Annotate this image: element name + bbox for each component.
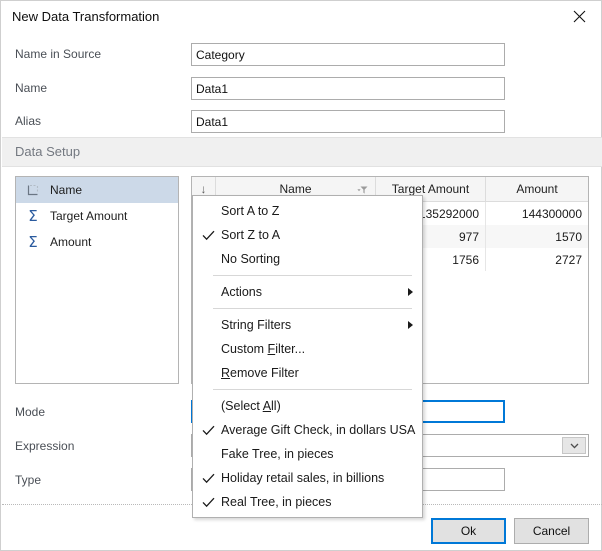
chevron-right-icon — [408, 321, 413, 329]
field-list-item-amount[interactable]: Σ Amount — [16, 229, 178, 255]
field-list-item-label: Target Amount — [50, 209, 127, 223]
name-input[interactable] — [191, 77, 505, 100]
category-field-icon — [24, 182, 42, 198]
menu-item-custom-filter[interactable]: Custom Filter... — [193, 337, 422, 361]
grid-cell-amount: 1570 — [486, 225, 588, 248]
menu-item-string-filters[interactable]: String Filters — [193, 313, 422, 337]
menu-item-label: Remove Filter — [221, 366, 299, 380]
menu-item-sort-a-to-z[interactable]: Sort A to Z — [193, 199, 422, 223]
sort-filter-indicator-icon[interactable] — [357, 184, 368, 194]
grid-cell-amount: 2727 — [486, 248, 588, 271]
menu-item-label: Average Gift Check, in dollars USA — [221, 423, 415, 437]
menu-item-holiday-retail-sales[interactable]: Holiday retail sales, in billions — [193, 466, 422, 490]
menu-item-label: String Filters — [221, 318, 291, 332]
menu-item-label: (Select All) — [221, 399, 281, 413]
checkmark-icon — [200, 421, 216, 439]
menu-item-label: Sort A to Z — [221, 204, 279, 218]
menu-item-label: Fake Tree, in pieces — [221, 447, 334, 461]
grid-header-label: Amount — [516, 182, 557, 196]
menu-item-sort-z-to-a[interactable]: Sort Z to A — [193, 223, 422, 247]
menu-item-remove-filter[interactable]: Remove Filter — [193, 361, 422, 385]
alias-label: Alias — [15, 114, 41, 128]
field-list-item-target-amount[interactable]: Σ Target Amount — [16, 203, 178, 229]
checkmark-icon — [200, 493, 216, 511]
menu-item-fake-tree[interactable]: Fake Tree, in pieces — [193, 442, 422, 466]
field-list-item-name[interactable]: Name — [16, 177, 178, 203]
menu-item-average-gift-check[interactable]: Average Gift Check, in dollars USA — [193, 418, 422, 442]
menu-item-select-all[interactable]: (Select All) — [193, 394, 422, 418]
dialog-title: New Data Transformation — [12, 9, 159, 24]
checkmark-icon — [200, 226, 216, 244]
menu-item-real-tree[interactable]: Real Tree, in pieces — [193, 490, 422, 514]
grid-cell-amount: 144300000 — [486, 202, 588, 225]
menu-item-label: Actions — [221, 285, 262, 299]
menu-item-label: Sort Z to A — [221, 228, 280, 242]
sum-field-icon: Σ — [24, 208, 42, 224]
menu-item-label: No Sorting — [221, 252, 280, 266]
menu-item-label: Real Tree, in pieces — [221, 495, 331, 509]
close-icon[interactable] — [557, 1, 601, 32]
field-list-item-label: Name — [50, 183, 82, 197]
menu-separator — [213, 389, 412, 390]
name-in-source-input[interactable] — [191, 43, 505, 66]
chevron-down-icon[interactable] — [562, 437, 586, 454]
grid-header-amount[interactable]: Amount — [486, 177, 588, 201]
name-label: Name — [15, 81, 47, 95]
alias-input[interactable] — [191, 110, 505, 133]
sum-field-icon: Σ — [24, 234, 42, 250]
new-data-transformation-dialog: New Data Transformation Name in Source N… — [0, 0, 602, 551]
data-setup-title: Data Setup — [15, 144, 80, 159]
expression-label: Expression — [15, 439, 74, 453]
chevron-right-icon — [408, 288, 413, 296]
column-context-menu[interactable]: Sort A to Z Sort Z to A No Sorting Actio… — [192, 195, 423, 518]
data-setup-band — [2, 137, 602, 167]
title-bar: New Data Transformation — [1, 1, 601, 33]
field-list-item-label: Amount — [50, 235, 91, 249]
grid-header-label: Target Amount — [392, 182, 469, 196]
grid-header-label: Name — [279, 182, 311, 196]
menu-item-label: Holiday retail sales, in billions — [221, 471, 384, 485]
mode-label: Mode — [15, 405, 45, 419]
menu-item-no-sorting[interactable]: No Sorting — [193, 247, 422, 271]
menu-separator — [213, 308, 412, 309]
field-list[interactable]: Name Σ Target Amount Σ Amount — [15, 176, 179, 384]
menu-item-actions[interactable]: Actions — [193, 280, 422, 304]
type-label: Type — [15, 473, 41, 487]
menu-separator — [213, 275, 412, 276]
menu-item-label: Custom Filter... — [221, 342, 305, 356]
cancel-button[interactable]: Cancel — [514, 518, 589, 544]
name-in-source-label: Name in Source — [15, 47, 101, 61]
checkmark-icon — [200, 469, 216, 487]
ok-button[interactable]: Ok — [431, 518, 506, 544]
